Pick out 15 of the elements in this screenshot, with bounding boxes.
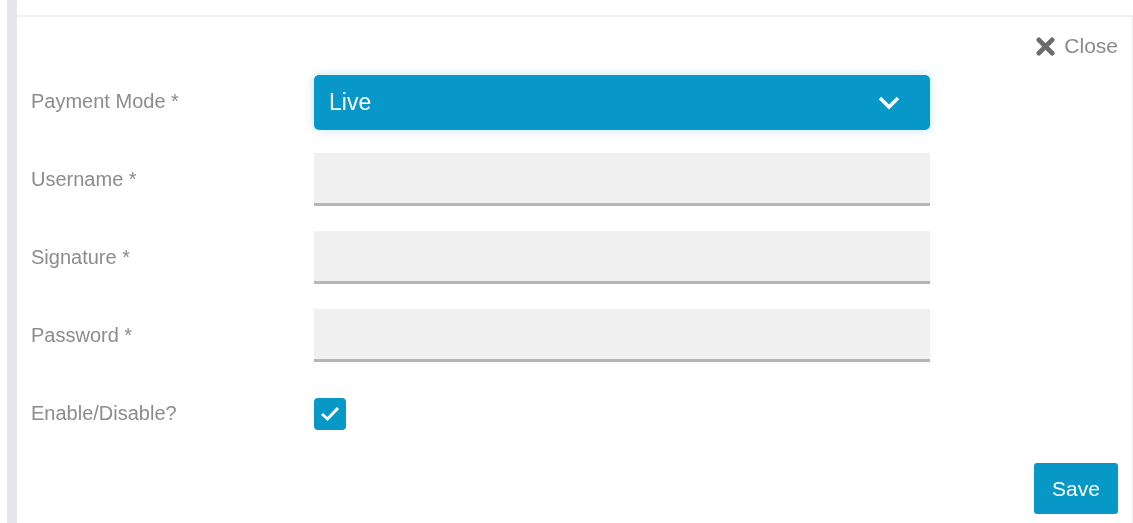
field-label: Payment Mode * bbox=[31, 90, 179, 112]
enable-checkbox[interactable] bbox=[314, 398, 346, 430]
field-label: Password * bbox=[31, 324, 133, 346]
chevron-down-icon bbox=[878, 95, 900, 110]
input-field[interactable] bbox=[314, 153, 930, 206]
save-button[interactable]: Save bbox=[1034, 463, 1118, 514]
field-label: Signature * bbox=[31, 246, 130, 268]
payment-mode-select[interactable]: Live bbox=[314, 75, 930, 130]
field-label: Username * bbox=[31, 168, 137, 190]
close-button[interactable]: Close bbox=[1036, 33, 1118, 59]
field-label: Enable/Disable? bbox=[31, 402, 177, 424]
checkmark-icon bbox=[320, 406, 340, 422]
input-field[interactable] bbox=[314, 231, 930, 284]
input-field[interactable] bbox=[314, 309, 930, 362]
close-icon bbox=[1036, 36, 1056, 56]
